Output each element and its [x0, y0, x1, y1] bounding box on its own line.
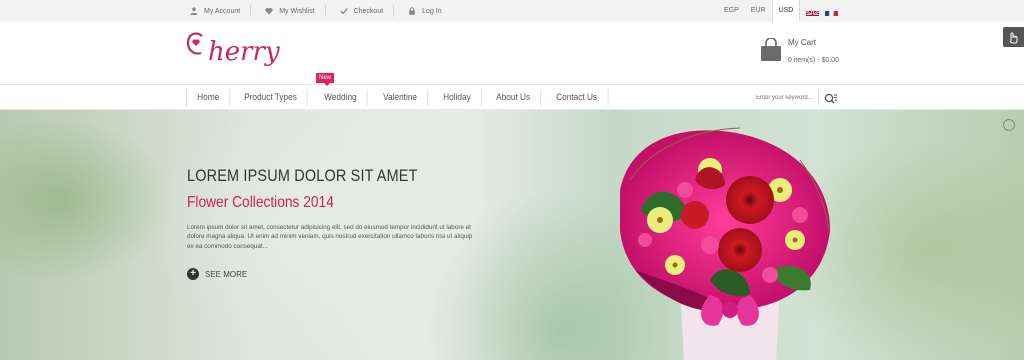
nav-product-types[interactable]: Product Types [234, 89, 308, 106]
nav-holiday[interactable]: Holiday [433, 89, 482, 106]
main-nav: Home Product Types Wedding Valentine Hol… [0, 73, 1024, 110]
cart-summary: 0 item(s) - $0.00 [788, 57, 839, 64]
checkout-link[interactable]: Checkout [336, 5, 395, 17]
english-flag-icon[interactable] [806, 7, 820, 16]
flower-bouquet-image [620, 127, 830, 360]
user-icon [190, 7, 198, 15]
checkout-label: Checkout [353, 7, 384, 15]
currency-eur[interactable]: EUR [745, 0, 772, 22]
search-box [752, 90, 840, 105]
search-divider [818, 90, 819, 105]
hand-pointer-icon [1009, 32, 1018, 44]
cart-title: My Cart [788, 38, 816, 47]
my-wishlist-link[interactable]: My Wishlist [261, 5, 326, 17]
main-menu: Home Product Types Wedding Valentine Hol… [186, 89, 613, 106]
log-in-link[interactable]: Log In [404, 5, 451, 17]
mini-cart[interactable]: My Cart 0 item(s) - $0.00 [760, 37, 839, 64]
top-bar: My Account My Wishlist Checkout Log In E… [0, 0, 1024, 22]
site-header: herry My Cart 0 item(s) - $0.00 [0, 22, 1024, 84]
my-wishlist-label: My Wishlist [279, 7, 315, 15]
nav-valentine[interactable]: Valentine [373, 89, 428, 106]
my-account-link[interactable]: My Account [186, 5, 252, 17]
search-button[interactable] [824, 92, 838, 104]
logo-text: herry [208, 37, 280, 67]
currency-usd[interactable]: USD [771, 0, 801, 22]
hero-slider: LOREM IPSUM DOLOR SIT AMET Flower Collec… [0, 110, 1024, 360]
currency-egp[interactable]: EGP [718, 0, 745, 22]
search-input[interactable] [752, 90, 816, 105]
log-in-label: Log In [422, 7, 442, 15]
nav-home[interactable]: Home [187, 89, 231, 106]
see-more-button[interactable]: + SEE MORE [187, 268, 247, 280]
theme-options-tab[interactable] [1003, 27, 1024, 47]
nav-about-us[interactable]: About Us [486, 89, 541, 106]
shopping-bag-icon [760, 37, 782, 62]
account-links: My Account My Wishlist Checkout Log In [186, 0, 462, 22]
logo-heart-icon [186, 31, 208, 62]
new-badge: New [316, 73, 335, 86]
see-more-label: SEE MORE [205, 269, 248, 279]
slider-timer-icon[interactable] [1003, 119, 1015, 131]
plus-icon: + [187, 268, 199, 280]
hero-description: Lorem ipsum dolor sit amet, consectetur … [187, 224, 473, 250]
heart-icon [265, 8, 273, 15]
nav-contact-us[interactable]: Contact Us [546, 89, 608, 106]
my-account-label: My Account [204, 7, 241, 15]
hero-subheading: Flower Collections 2014 [187, 194, 334, 211]
check-icon [339, 8, 348, 15]
search-icon [824, 93, 837, 104]
lock-icon [409, 7, 415, 15]
hero-heading: LOREM IPSUM DOLOR SIT AMET [187, 166, 418, 185]
currency-switcher: EGP EUR USD [718, 0, 839, 22]
nav-wedding[interactable]: Wedding [314, 89, 369, 106]
french-flag-icon[interactable] [825, 7, 839, 16]
cherry-logo[interactable]: herry [186, 31, 280, 67]
